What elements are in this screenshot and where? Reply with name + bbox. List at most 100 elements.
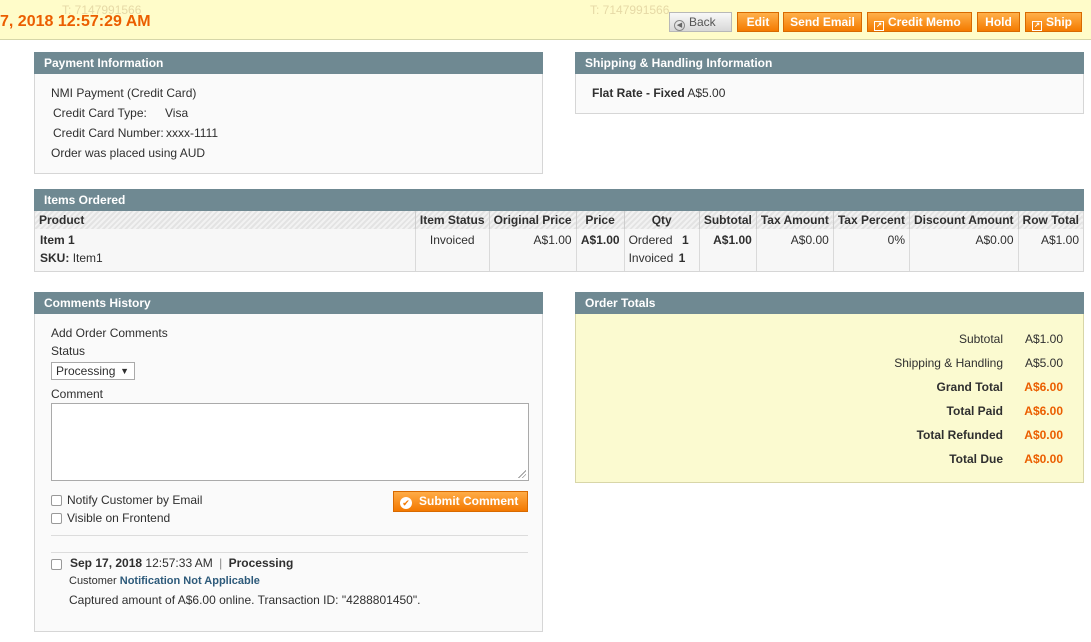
comments-history-title: Comments History bbox=[34, 292, 543, 314]
resize-grip-icon[interactable] bbox=[518, 470, 526, 478]
items-ordered-body: Product Item Status Original Price Price… bbox=[34, 211, 1084, 272]
col-product: Product bbox=[35, 211, 416, 229]
credit-memo-button[interactable]: ↗ Credit Memo bbox=[867, 12, 972, 32]
status-label: Status bbox=[51, 344, 86, 358]
qty-ordered-label: Ordered bbox=[628, 233, 673, 247]
credit-memo-label: Credit Memo bbox=[888, 15, 961, 29]
col-discount-amount: Discount Amount bbox=[909, 211, 1019, 229]
notify-customer-checkbox[interactable] bbox=[51, 495, 62, 506]
card-number-value: xxxx-1111 bbox=[166, 126, 219, 140]
send-email-button[interactable]: Send Email bbox=[783, 12, 862, 32]
ship-button[interactable]: ↗ Ship bbox=[1025, 12, 1082, 32]
qty-invoiced-label: Invoiced bbox=[628, 251, 674, 265]
item-qty: Ordered 1 Invoiced 1 bbox=[624, 229, 700, 271]
item-tax-amount: A$0.00 bbox=[756, 229, 834, 271]
item-row-total: A$1.00 bbox=[1018, 229, 1083, 271]
comment-textarea[interactable] bbox=[51, 403, 529, 481]
item-status: Invoiced bbox=[415, 229, 490, 271]
shipping-handling-label: Shipping & Handling bbox=[894, 356, 1003, 370]
history-customer-label: Customer bbox=[69, 575, 117, 587]
history-message: Captured amount of A$6.00 online. Transa… bbox=[69, 593, 421, 607]
back-arrow-icon: ◀ bbox=[674, 20, 685, 31]
status-select[interactable]: Processing ▼ bbox=[51, 362, 135, 380]
subtotal-label: Subtotal bbox=[958, 332, 1003, 346]
item-subtotal: A$1.00 bbox=[699, 229, 757, 271]
history-time: 12:57:33 AM bbox=[145, 556, 213, 570]
checkmark-icon: ✔ bbox=[400, 497, 412, 509]
grand-total-value: A$6.00 bbox=[1024, 380, 1063, 394]
col-tax-percent: Tax Percent bbox=[833, 211, 911, 229]
visible-frontend-checkbox[interactable] bbox=[51, 513, 62, 524]
shipping-method: Flat Rate - Fixed bbox=[592, 86, 685, 100]
subtotal-value: A$1.00 bbox=[1024, 332, 1063, 346]
history-status: Processing bbox=[228, 556, 294, 570]
items-table: Product Item Status Original Price Price… bbox=[35, 211, 1083, 271]
order-date-title: 7, 2018 12:57:29 AM bbox=[0, 13, 151, 30]
submit-comment-button[interactable]: ✔ Submit Comment bbox=[393, 491, 528, 512]
col-row-total: Row Total bbox=[1018, 211, 1083, 229]
comments-history-body: Add Order Comments Status Processing ▼ C… bbox=[34, 314, 543, 632]
col-item-status: Item Status bbox=[415, 211, 490, 229]
status-select-value: Processing bbox=[56, 364, 116, 378]
total-due-value: A$0.00 bbox=[1024, 452, 1063, 466]
history-date: Sep 17, 2018 bbox=[70, 556, 143, 570]
item-original-price: A$1.00 bbox=[489, 229, 577, 271]
item-name: Item 1 bbox=[40, 233, 75, 247]
order-totals-body: Subtotal A$1.00 Shipping & Handling A$5.… bbox=[575, 314, 1084, 483]
col-original-price: Original Price bbox=[489, 211, 577, 229]
qty-ordered: 1 bbox=[681, 233, 689, 247]
grand-total-label: Grand Total bbox=[936, 380, 1003, 394]
hold-button[interactable]: Hold bbox=[977, 12, 1020, 32]
card-type-label: Credit Card Type: bbox=[53, 106, 147, 120]
order-header-bar: T: 7147991566 T: 7147991566 7, 2018 12:5… bbox=[0, 0, 1091, 40]
total-due-label: Total Due bbox=[949, 452, 1003, 466]
credit-memo-icon: ↗ bbox=[874, 21, 884, 31]
add-comments-label: Add Order Comments bbox=[51, 326, 168, 340]
total-paid-value: A$6.00 bbox=[1024, 404, 1063, 418]
ghost-phone-right: T: 7147991566 bbox=[590, 3, 670, 17]
payment-information-box: Payment Information NMI Payment (Credit … bbox=[34, 52, 543, 174]
comment-label: Comment bbox=[51, 387, 104, 401]
submit-comment-label: Submit Comment bbox=[419, 494, 519, 508]
history-entry-checkbox[interactable] bbox=[51, 559, 62, 570]
qty-invoiced: 1 bbox=[678, 251, 686, 265]
sku-value: Item1 bbox=[72, 251, 103, 265]
totals-row-total-paid: Total Paid A$6.00 bbox=[583, 404, 1083, 420]
history-separator: | bbox=[219, 556, 223, 570]
totals-row-total-due: Total Due A$0.00 bbox=[583, 452, 1083, 468]
ship-label: Ship bbox=[1046, 15, 1072, 29]
back-button[interactable]: ◀ Back bbox=[669, 12, 732, 32]
col-subtotal: Subtotal bbox=[699, 211, 757, 229]
total-refunded-label: Total Refunded bbox=[916, 428, 1003, 442]
items-ordered-title: Items Ordered bbox=[34, 189, 1084, 211]
edit-button[interactable]: Edit bbox=[737, 12, 779, 32]
list-item: Sep 17, 2018 12:57:33 AM | Processing bbox=[70, 556, 293, 570]
total-refunded-value: A$0.00 bbox=[1024, 428, 1063, 442]
payment-information-title: Payment Information bbox=[34, 52, 543, 74]
back-button-label: Back bbox=[689, 15, 716, 29]
card-number-label: Credit Card Number: bbox=[53, 126, 164, 140]
notify-customer-label: Notify Customer by Email bbox=[67, 493, 203, 507]
item-discount: A$0.00 bbox=[909, 229, 1019, 271]
shipping-amount: A$5.00 bbox=[687, 86, 726, 100]
card-type-value: Visa bbox=[165, 106, 189, 120]
shipping-handling-body: Flat Rate - Fixed A$5.00 bbox=[575, 74, 1084, 114]
comments-history-box: Comments History Add Order Comments Stat… bbox=[34, 292, 543, 632]
col-price: Price bbox=[576, 211, 625, 229]
table-row: Item 1 SKU: Item1 Invoiced A$1.00 A$1.00… bbox=[35, 229, 1083, 271]
order-totals-title: Order Totals bbox=[575, 292, 1084, 314]
ship-icon: ↗ bbox=[1032, 21, 1042, 31]
shipping-handling-title: Shipping & Handling Information bbox=[575, 52, 1084, 74]
dropdown-caret-icon: ▼ bbox=[120, 366, 129, 376]
item-price: A$1.00 bbox=[576, 229, 625, 271]
col-tax-amount: Tax Amount bbox=[756, 211, 834, 229]
items-table-header: Product Item Status Original Price Price… bbox=[35, 211, 1083, 229]
totals-row-total-refunded: Total Refunded A$0.00 bbox=[583, 428, 1083, 444]
history-notification-status: Notification Not Applicable bbox=[119, 575, 260, 587]
total-paid-label: Total Paid bbox=[946, 404, 1003, 418]
totals-row-subtotal: Subtotal A$1.00 bbox=[583, 332, 1083, 348]
divider bbox=[51, 535, 528, 536]
shipping-handling-box: Shipping & Handling Information Flat Rat… bbox=[575, 52, 1084, 114]
divider bbox=[51, 552, 528, 553]
col-qty: Qty bbox=[624, 211, 700, 229]
